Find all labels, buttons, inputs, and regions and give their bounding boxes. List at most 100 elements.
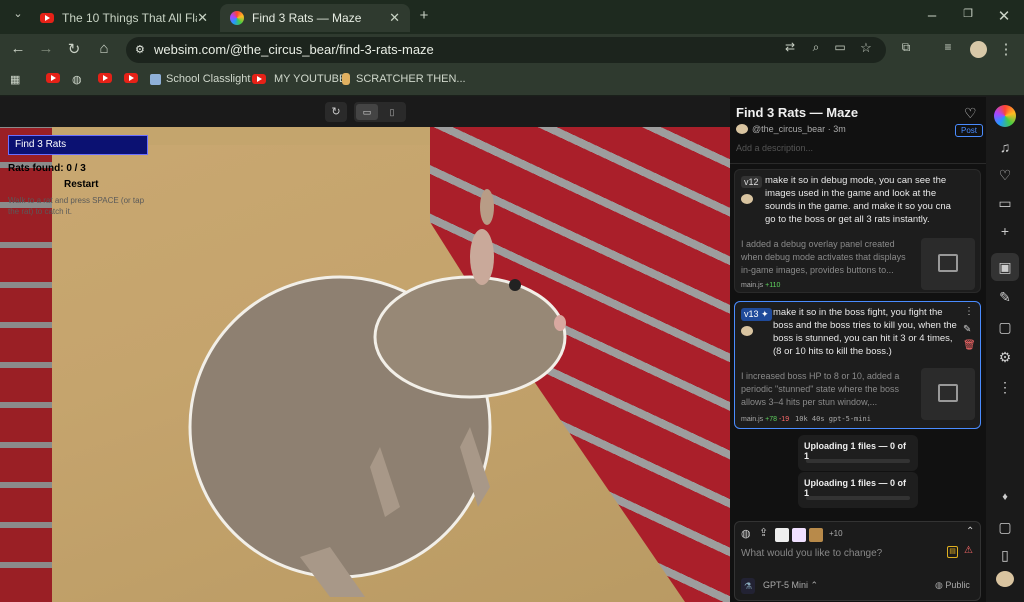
user-avatar [741,194,753,204]
post-button[interactable]: Post [955,124,984,137]
game-title: Find 3 Rats [8,135,148,155]
restore-icon[interactable]: ❐ [958,7,978,20]
game-canvas[interactable]: Find 3 Rats Rats found: 0 / 3 Restart Wa… [0,127,730,602]
image-thumbnail[interactable] [921,238,975,290]
warning-icon[interactable]: ⚠ [964,545,973,556]
attachment-thumbnail[interactable] [792,528,806,542]
bookmark-star-icon[interactable]: ☆ [856,40,876,56]
plus-icon[interactable]: + [995,221,1015,241]
site-info-icon[interactable]: ⚙ [135,37,145,63]
more-icon[interactable]: ⋮ [995,377,1015,397]
bookmark-my-youtube[interactable]: MY YOUTUBE [252,73,346,85]
notification-bell-icon[interactable]: ♫ [995,137,1015,157]
image-icon[interactable]: ▣ [991,253,1019,281]
prompt-input-box: ◍ ⇪ +10 ⌃ What would you like to change?… [734,521,981,601]
user-avatar[interactable] [996,571,1014,587]
translate-icon[interactable]: ⇄ [780,40,800,54]
delete-trash-icon[interactable]: 🗑 [963,340,976,352]
tab-strip: ⌄ The 10 Things That All Flat Earth ✕ Fi… [0,0,1024,34]
post-time: 3m [833,124,846,134]
version-card-v13[interactable]: v13 ✦ make it so in the boss fight, you … [734,301,981,429]
minimize-icon[interactable]: – [922,7,942,24]
comment-icon[interactable]: ▢ [995,317,1015,337]
pin-icon: ✦ [761,309,769,319]
upload-status: Uploading 1 files — 0 of 1 [798,472,918,508]
like-heart-icon[interactable]: ♡ [964,105,977,122]
instructions: Walk to a rat and press SPACE (or tap th… [8,196,145,216]
version-meta: main.js +110 [741,282,781,289]
tab-find-3-rats[interactable]: Find 3 Rats — Maze ✕ [220,4,410,32]
refresh-preview-icon[interactable]: ↻ [325,102,347,122]
bookmark-youtube-3[interactable] [124,73,146,83]
youtube-icon [46,73,60,83]
close-tab-icon[interactable]: ✕ [197,10,208,26]
upload-status: Uploading 1 files — 0 of 1 [798,435,918,471]
project-title: Find 3 Rats — Maze [736,105,859,120]
bookmark-scratcher[interactable]: SCRATCHER THEN... [342,73,466,85]
author-avatar[interactable] [736,124,748,134]
menu-icon[interactable]: ⋮ [996,40,1016,58]
model-selector[interactable]: GPT-5 Mini ⌃ [763,580,818,591]
restart-button[interactable]: Restart [64,179,98,190]
media-icon[interactable]: ≡ [938,40,958,54]
version-meta: main.js +78 -19 10k 40s gpt-5-mini [741,415,871,423]
notes-icon[interactable]: ▤ [947,546,958,558]
tab-flat-earth[interactable]: The 10 Things That All Flat Earth ✕ [30,4,218,32]
prompt-input[interactable]: What would you like to change? [741,548,882,559]
address-bar[interactable]: ⚙ websim.com/@the_circus_bear/find-3-rat… [126,37,886,63]
desktop-view-icon[interactable]: ▭ [356,104,378,120]
chat-icon[interactable]: ▢ [995,517,1015,537]
home-icon[interactable]: ⌂ [94,40,114,57]
edit-pencil-icon[interactable]: ✎ [963,324,971,335]
version-card-v12[interactable]: v12 make it so in debug mode, you can se… [734,169,981,293]
back-icon[interactable]: ← [8,40,28,57]
youtube-icon [98,73,112,83]
version-tag: v12 [741,176,762,188]
version-reply: I increased boss HP to 8 or 10, added a … [741,371,900,407]
image-icon [938,384,958,402]
bookmark-youtube-1[interactable] [46,73,68,83]
reload-icon[interactable]: ↻ [64,40,84,58]
apps-icon[interactable]: ▦ [10,73,20,86]
websim-panel: Find 3 Rats — Maze ♡ @the_circus_bear · … [730,97,986,602]
bookmark-school-classlight[interactable]: School Classlight [150,73,250,85]
description-field[interactable]: Add a description... [736,143,813,153]
folder-icon[interactable]: ▭ [995,193,1015,213]
extensions-icon[interactable]: ⧉ [896,40,916,55]
image-thumbnail[interactable] [921,368,975,420]
preview-toolbar: ↻ ▭ ▯ [0,97,730,127]
version-prompt: make it so in debug mode, you can see th… [765,175,951,225]
attachment-thumbnail[interactable] [809,528,823,542]
reader-icon[interactable]: ▭ [830,40,850,54]
attachment-thumbnail[interactable] [775,528,789,542]
profile-avatar[interactable] [970,41,987,58]
visibility-selector[interactable]: ◍ Public [935,580,970,591]
youtube-icon [124,73,138,83]
collapse-chevron-icon[interactable]: ⌃ [966,526,974,537]
pencil-icon[interactable]: ✎ [995,287,1015,307]
new-tab-icon[interactable]: + [414,7,434,24]
game-preview: ↻ ▭ ▯ Find 3 Rats Rats found: 0 / 3 Rest… [0,97,730,602]
heart-icon[interactable]: ♡ [995,165,1015,185]
globe-icon[interactable]: ◍ [741,527,751,540]
mobile-view-icon[interactable]: ▯ [381,104,403,120]
more-options-icon[interactable]: ⋮ [964,306,974,317]
upload-progress-bar [806,459,910,463]
flask-icon[interactable]: ⚗ [741,578,755,594]
globe-icon[interactable]: ◍ [72,73,82,86]
scratcher-icon [342,73,350,85]
bookmark-youtube-2[interactable] [98,73,120,83]
forward-icon[interactable]: → [36,40,56,57]
window-close-icon[interactable]: ✕ [994,7,1014,25]
upload-icon[interactable]: ⇪ [759,526,768,539]
close-tab-icon[interactable]: ✕ [389,10,400,26]
settings-gear-icon[interactable]: ⚙ [995,347,1015,367]
author-name[interactable]: @the_circus_bear [752,124,825,134]
tab-search-icon[interactable]: ⌄ [8,7,28,20]
version-prompt: make it so in the boss fight, you fight … [773,307,957,357]
right-sidebar: ♫ ♡ ▭ + ▣ ✎ ▢ ⚙ ⋮ ♦ ▢ ▯ [986,97,1024,602]
websim-logo-icon[interactable] [994,105,1016,127]
gem-icon[interactable]: ♦ [995,487,1015,507]
zoom-icon[interactable]: ⌕ [806,40,826,55]
panel-toggle-icon[interactable]: ▯ [995,545,1015,565]
